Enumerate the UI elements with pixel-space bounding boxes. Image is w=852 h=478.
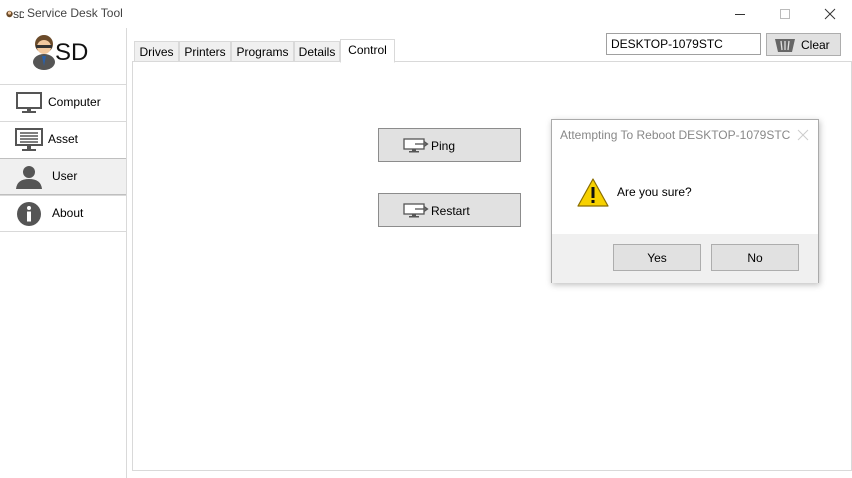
ping-label: Ping [431,139,456,153]
sidebar: SD Computer Asset User About [0,28,127,478]
monitor-arrow-icon [403,138,429,153]
svg-text:SD: SD [13,10,24,20]
reboot-confirm-dialog: Attempting To Reboot DESKTOP-1079STC Are… [551,119,819,283]
dialog-message: Are you sure? [617,185,692,199]
service-desk-logo: SD [33,35,88,70]
minimize-button[interactable] [717,0,763,28]
asset-list-icon [15,128,43,151]
computer-name-input[interactable] [606,33,761,55]
svg-text:SD: SD [55,39,88,66]
dialog-footer: Yes No [552,234,818,283]
title-bar: SD Service Desk Tool [0,0,852,28]
info-icon [17,202,41,226]
tab-control[interactable]: Control [340,39,395,63]
monitor-arrow-icon [403,203,429,218]
sidebar-item-label: Asset [48,132,79,146]
dialog-title: Attempting To Reboot DESKTOP-1079STC [560,128,791,142]
clear-button[interactable]: Clear [766,33,841,56]
sidebar-divider [0,231,126,232]
tab-printers[interactable]: Printers [179,41,231,62]
restart-label: Restart [431,204,470,218]
sidebar-item-label: User [52,169,78,183]
clear-basket-icon [775,39,795,52]
close-icon[interactable] [796,128,810,142]
monitor-icon [16,92,42,113]
restart-button[interactable]: Restart [378,193,521,227]
no-button[interactable]: No [711,244,799,271]
maximize-button[interactable] [762,0,808,28]
sidebar-item-label: About [52,206,84,220]
tab-details[interactable]: Details [294,41,340,62]
window-title: Service Desk Tool [27,6,123,20]
clear-label: Clear [801,38,830,52]
close-button[interactable] [807,0,852,28]
user-icon [16,166,42,189]
yes-button[interactable]: Yes [613,244,701,271]
tab-programs[interactable]: Programs [231,41,294,62]
maximize-icon [780,9,790,19]
minimize-icon [735,14,745,15]
sidebar-item-user[interactable]: User [0,158,126,195]
ping-button[interactable]: Ping [378,128,521,162]
sidebar-item-computer[interactable]: Computer [0,84,126,120]
warning-icon [577,178,609,207]
sidebar-item-about[interactable]: About [0,195,126,231]
sidebar-item-asset[interactable]: Asset [0,121,126,157]
sidebar-item-label: Computer [48,95,101,109]
close-icon [824,8,836,20]
app-logo-icon: SD [6,10,24,20]
tab-drives[interactable]: Drives [134,41,179,62]
